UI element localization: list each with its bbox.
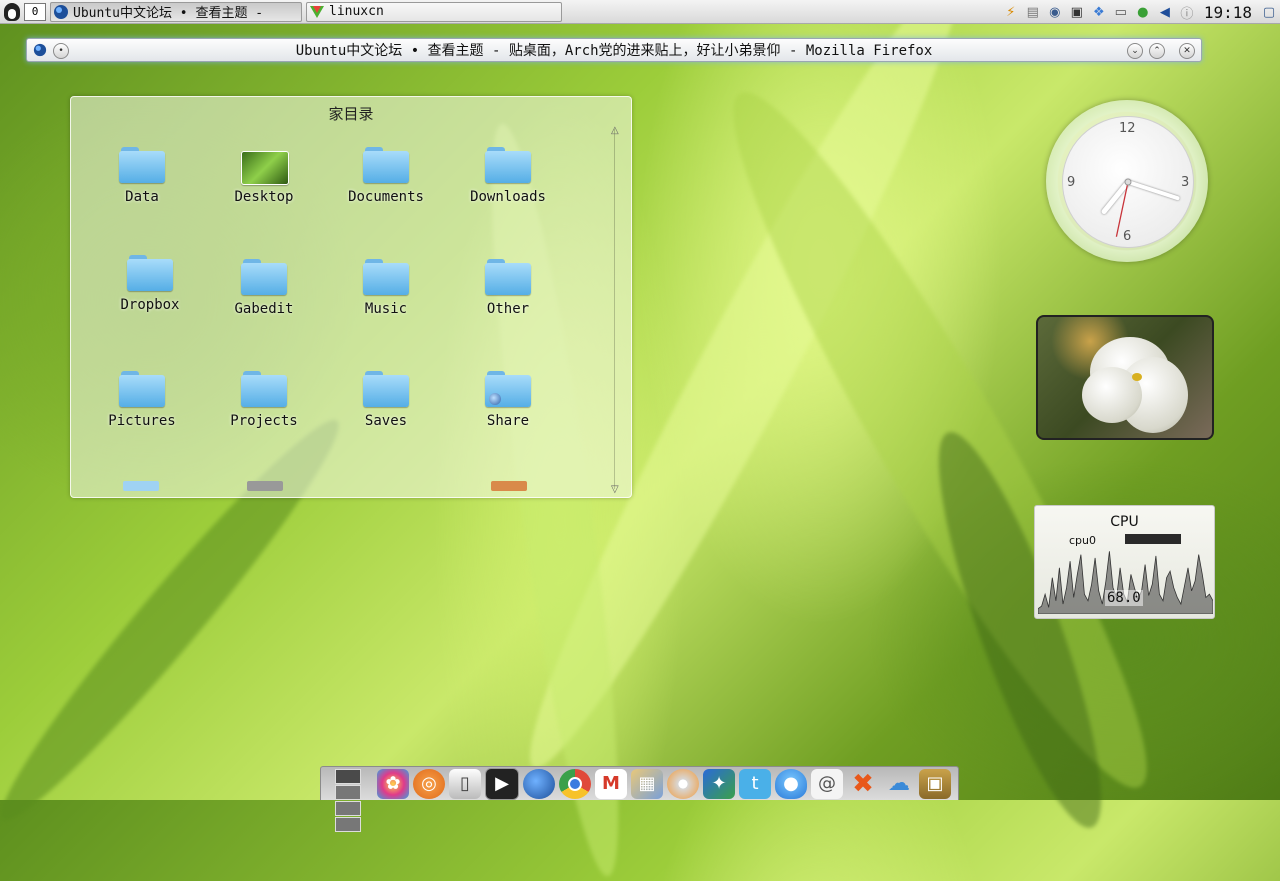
folder-item-downloads[interactable]: Downloads	[453, 147, 563, 205]
folder-item-gabedit[interactable]: Gabedit	[209, 259, 319, 317]
folder-item-desktop[interactable]: Desktop	[209, 147, 319, 205]
firefox-icon[interactable]	[523, 768, 555, 799]
penguin-icon	[4, 2, 20, 21]
panel-clock[interactable]: 19:18	[1198, 3, 1258, 22]
disc-burner-icon[interactable]	[667, 768, 699, 799]
partial-item	[123, 481, 159, 491]
folder-icon	[363, 371, 409, 407]
partial-item	[247, 481, 283, 491]
weather-icon[interactable]: ☁	[883, 769, 915, 799]
folder-icon	[127, 255, 173, 291]
minute-hand	[1126, 180, 1180, 201]
taskbar-item-label: Ubuntu中文论坛 • 查看主题 -	[73, 6, 264, 21]
dock-panel: ✿ ◎ ▯ ▶ M ▦ ✦ t ● @ ✖ ☁ ▣	[320, 766, 959, 832]
folder-item-documents[interactable]: Documents	[331, 147, 441, 205]
chrome-icon[interactable]	[559, 768, 591, 799]
scroll-up-icon[interactable]: △	[611, 125, 619, 136]
linuxcn-icon	[310, 5, 324, 18]
workspace-switcher[interactable]: 0	[24, 2, 46, 21]
volume-icon[interactable]: ◉	[1044, 2, 1066, 22]
folder-item-dropbox[interactable]: Dropbox	[95, 255, 205, 313]
folder-icon	[485, 259, 531, 295]
taskbar-item-linuxcn[interactable]: linuxcn	[306, 1, 562, 22]
update-icon[interactable]: ◀	[1154, 2, 1176, 22]
folder-icon	[119, 371, 165, 407]
pinwheel-icon[interactable]: ✿	[377, 768, 409, 799]
network-icon[interactable]: ▣	[1066, 2, 1088, 22]
photo-viewer-icon[interactable]: ▦	[631, 768, 663, 799]
start-menu-button[interactable]	[2, 2, 22, 22]
qq-icon[interactable]: ●	[775, 768, 807, 799]
folder-icon	[363, 259, 409, 295]
clipboard-icon[interactable]: ▤	[1022, 2, 1044, 22]
scroll-down-icon[interactable]: ▽	[611, 484, 619, 495]
chat-icon[interactable]: ●	[1132, 2, 1154, 22]
twitter-icon[interactable]: t	[739, 768, 771, 799]
partial-item	[491, 481, 527, 491]
folder-item-pictures[interactable]: Pictures	[87, 371, 197, 429]
folder-icon	[241, 371, 287, 407]
folder-view-scrollbar[interactable]: △ ▽	[611, 125, 623, 495]
taskbar-item-label: linuxcn	[329, 4, 384, 19]
archive-manager-icon[interactable]: ▣	[919, 768, 951, 799]
desktop-folder-icon	[241, 147, 289, 185]
stardict-icon[interactable]: ✦	[703, 768, 735, 799]
folder-item-saves[interactable]: Saves	[331, 371, 441, 429]
cpu-value: 68.0	[1105, 590, 1143, 606]
terminal-icon[interactable]: ▶	[485, 767, 519, 800]
folder-icon	[485, 147, 531, 183]
folder-icon	[241, 259, 287, 295]
cpu-title: CPU	[1110, 514, 1139, 530]
folder-item-other[interactable]: Other	[453, 259, 563, 317]
dropbox-icon[interactable]: ❖	[1088, 2, 1110, 22]
folder-item-data[interactable]: Data	[87, 147, 197, 205]
folder-item-music[interactable]: Music	[331, 259, 441, 317]
minimize-button[interactable]: ⌄	[1127, 43, 1143, 59]
close-button[interactable]: ✕	[1179, 43, 1195, 59]
window-title: Ubuntu中文论坛 • 查看主题 - 贴桌面，Arch党的进来贴上，好让小弟景…	[295, 43, 933, 59]
ubuntu-icon[interactable]: ◎	[413, 768, 445, 799]
system-tray: ⚡ ▤ ◉ ▣ ❖ ▭ ● ◀ ⓘ 19:18 ▢	[1000, 0, 1280, 24]
cpu-monitor-widget[interactable]: CPU cpu0 68.0	[1034, 505, 1215, 619]
email-client-icon[interactable]: @	[811, 768, 843, 799]
clock-face: 12 3 6 9	[1062, 116, 1194, 248]
info-icon[interactable]: ⓘ	[1176, 2, 1198, 22]
gmail-icon[interactable]: M	[595, 768, 627, 799]
folder-icon	[363, 147, 409, 183]
clock-hands	[1101, 178, 1180, 237]
folder-item-projects[interactable]: Projects	[209, 371, 319, 429]
workspace-pager-icon[interactable]	[323, 768, 373, 832]
firefox-icon	[54, 4, 68, 19]
power-icon[interactable]: ⚡	[1000, 2, 1022, 22]
analog-clock-widget[interactable]: 12 3 6 9	[1046, 100, 1208, 262]
show-desktop-icon[interactable]: ▢	[1258, 2, 1280, 22]
folder-icon	[119, 147, 165, 183]
flower-center	[1132, 373, 1142, 381]
cpu-legend-bar	[1125, 534, 1181, 544]
printer-icon[interactable]: ▭	[1110, 2, 1132, 22]
folder-view-title: 家目录	[328, 105, 374, 123]
file-manager-icon[interactable]: ▯	[449, 768, 481, 799]
top-panel: 0 Ubuntu中文论坛 • 查看主题 - linuxcn ⚡ ▤ ◉ ▣ ❖ …	[0, 0, 1280, 24]
crossover-icon[interactable]: ✖	[847, 769, 879, 799]
folder-item-share[interactable]: Share	[453, 371, 563, 429]
firefox-window-titlebar[interactable]: • Ubuntu中文论坛 • 查看主题 - 贴桌面，Arch党的进来贴上，好让小…	[26, 38, 1202, 62]
maximize-button[interactable]: ⌃	[1149, 43, 1165, 59]
taskbar-item-firefox[interactable]: Ubuntu中文论坛 • 查看主题 -	[50, 1, 302, 22]
shared-folder-icon	[485, 371, 531, 407]
folder-view-widget: 家目录 Data Desktop Documents Downloads Dro…	[70, 96, 632, 498]
photo-frame-widget[interactable]	[1036, 315, 1214, 440]
